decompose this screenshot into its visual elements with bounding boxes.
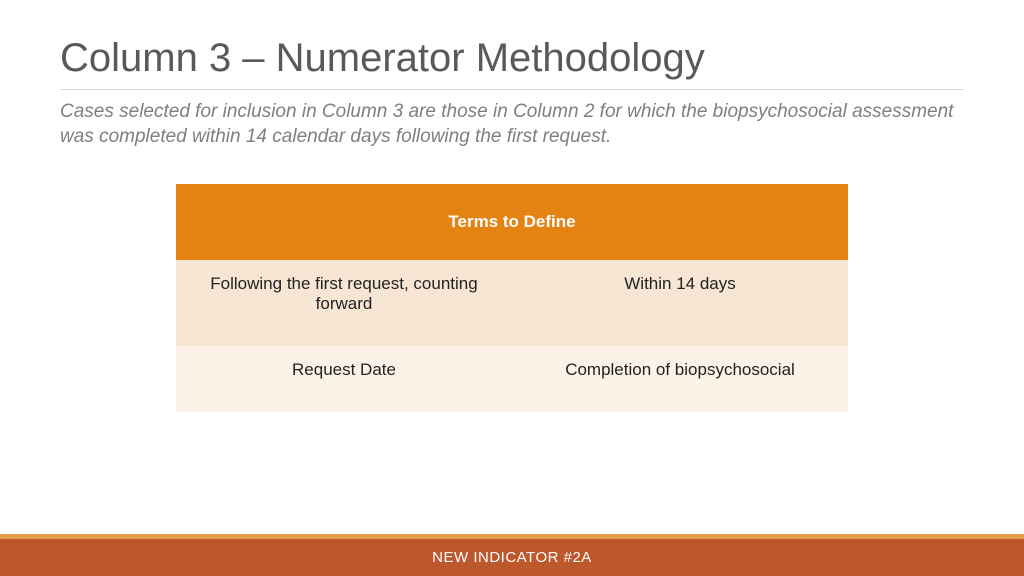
table-row: Following the first request, counting fo…	[176, 260, 848, 346]
table-header: Terms to Define	[176, 184, 848, 260]
terms-table: Terms to Define Following the first requ…	[176, 184, 848, 412]
slide-title: Column 3 – Numerator Methodology	[60, 36, 964, 90]
footer-label: NEW INDICATOR #2A	[0, 539, 1024, 576]
table-cell-right: Within 14 days	[512, 260, 848, 346]
slide-subtitle: Cases selected for inclusion in Column 3…	[60, 100, 964, 149]
table-cell-right: Completion of biopsychosocial	[512, 346, 848, 412]
table-cell-left: Following the first request, counting fo…	[176, 260, 512, 346]
slide-footer: NEW INDICATOR #2A	[0, 534, 1024, 576]
table-cell-left: Request Date	[176, 346, 512, 412]
terms-table-container: Terms to Define Following the first requ…	[176, 184, 848, 412]
table-row: Request Date Completion of biopsychosoci…	[176, 346, 848, 412]
slide-content: Column 3 – Numerator Methodology Cases s…	[0, 0, 1024, 412]
